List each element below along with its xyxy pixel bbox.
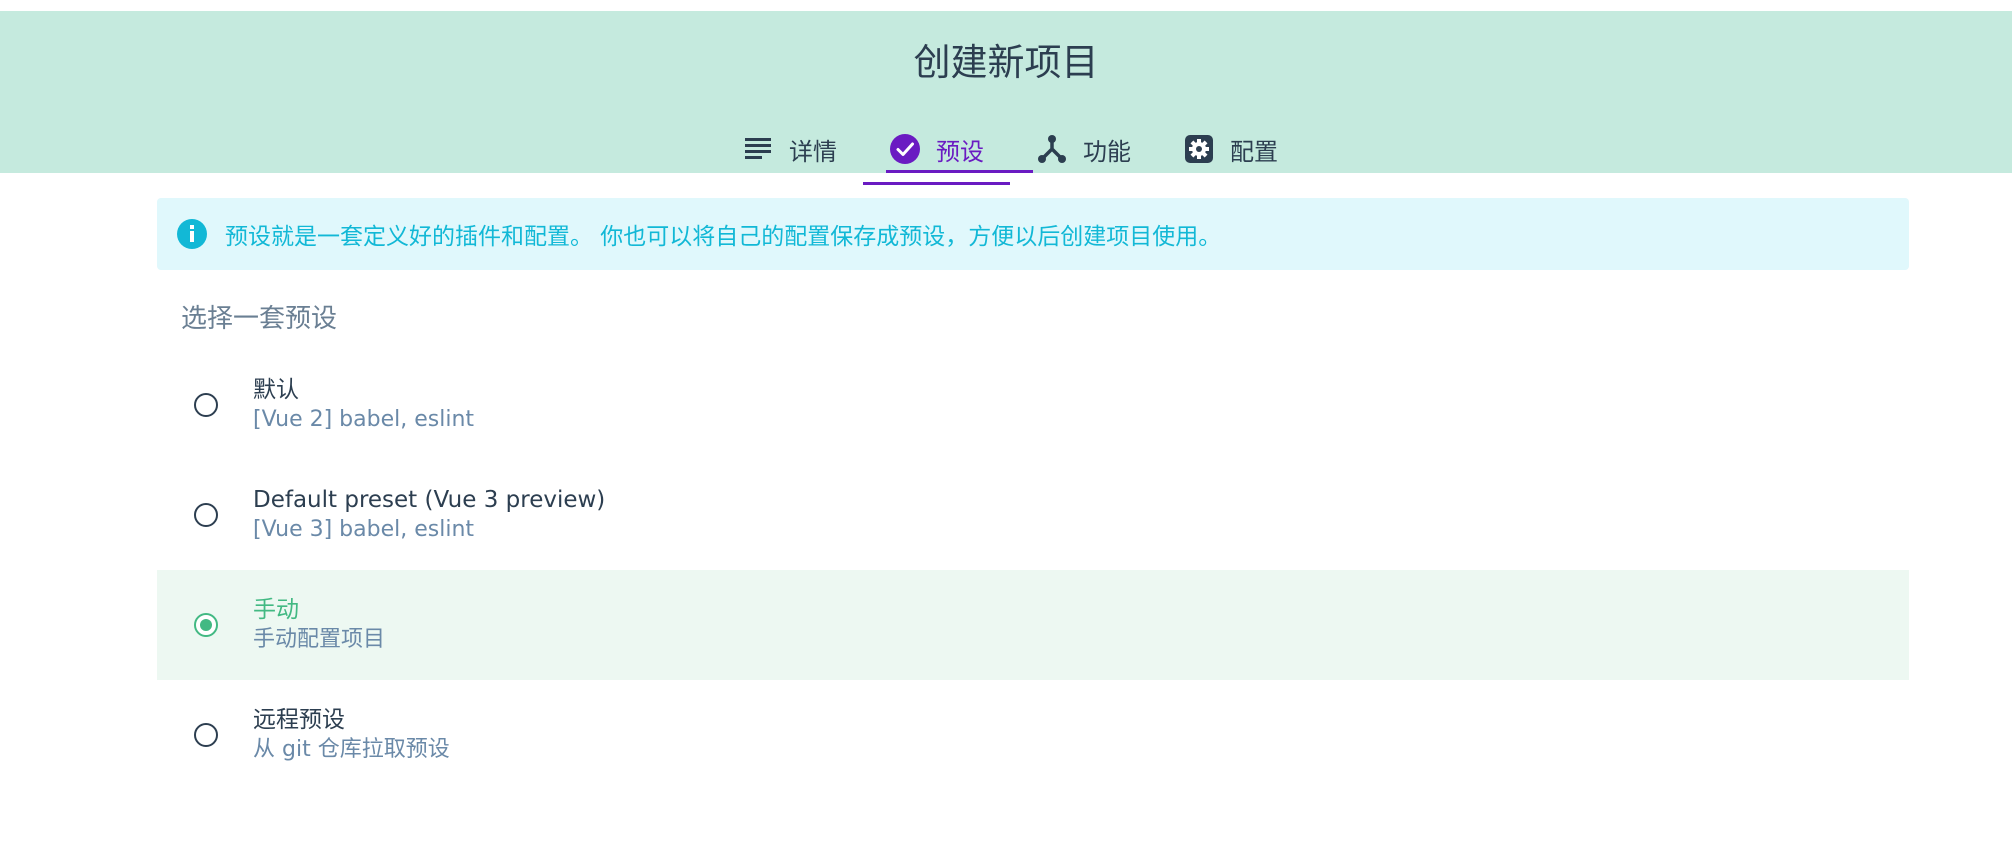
list-icon [742,133,774,165]
tab-presets-label: 预设 [936,137,984,166]
preset-section-title: 选择一套预设 [181,304,338,334]
preset-list: 默认 [Vue 2] babel, eslint Default preset … [157,350,1909,790]
info-text: 预设就是一套定义好的插件和配置。 你也可以将自己的配置保存成预设，方便以后创建项… [225,224,1222,250]
tab-config[interactable]: 配置 [1157,125,1304,173]
preset-text: Default preset (Vue 3 preview) [Vue 3] b… [253,486,605,544]
preset-text: 远程预设 从 git 仓库拉取预设 [253,706,450,764]
radio-button[interactable] [194,393,218,417]
tab-bar: 详情 预设 功能 配置 [0,125,2012,185]
fork-icon [1036,133,1068,165]
preset-description: [Vue 2] babel, eslint [253,407,475,432]
preset-option-vue3[interactable]: Default preset (Vue 3 preview) [Vue 3] b… [157,460,1909,570]
tab-details-label: 详情 [789,137,837,166]
preset-name: 远程预设 [253,707,345,733]
preset-text: 默认 [Vue 2] babel, eslint [253,376,474,434]
preset-description: [Vue 3] babel, eslint [253,517,475,542]
preset-text: 手动 手动配置项目 [253,596,385,654]
preset-name: 手动 [253,597,299,623]
tab-features[interactable]: 功能 [1010,125,1157,173]
header-bar: 创建新项目 详情 预设 功能 配置 [0,11,2012,185]
preset-description: 手动配置项目 [253,627,386,652]
preset-name: Default preset (Vue 3 preview) [253,487,606,513]
info-icon [177,219,207,249]
preset-option-remote[interactable]: 远程预设 从 git 仓库拉取预设 [157,680,1909,790]
preset-option-manual[interactable]: 手动 手动配置项目 [157,570,1909,680]
info-banner: 预设就是一套定义好的插件和配置。 你也可以将自己的配置保存成预设，方便以后创建项… [157,198,1909,270]
check-circle-icon [889,133,921,165]
radio-button[interactable] [194,723,218,747]
gear-icon [1183,133,1215,165]
tab-presets[interactable]: 预设 [863,125,1010,185]
tab-features-label: 功能 [1083,137,1131,166]
radio-button-checked[interactable] [194,613,218,637]
preset-name: 默认 [253,377,299,403]
preset-option-default[interactable]: 默认 [Vue 2] babel, eslint [157,350,1909,460]
tab-details[interactable]: 详情 [716,125,863,173]
tab-config-label: 配置 [1230,137,1278,166]
preset-description: 从 git 仓库拉取预设 [253,737,450,762]
active-tab-indicator [886,170,1033,173]
radio-button[interactable] [194,503,218,527]
page-title: 创建新项目 [913,41,1099,84]
